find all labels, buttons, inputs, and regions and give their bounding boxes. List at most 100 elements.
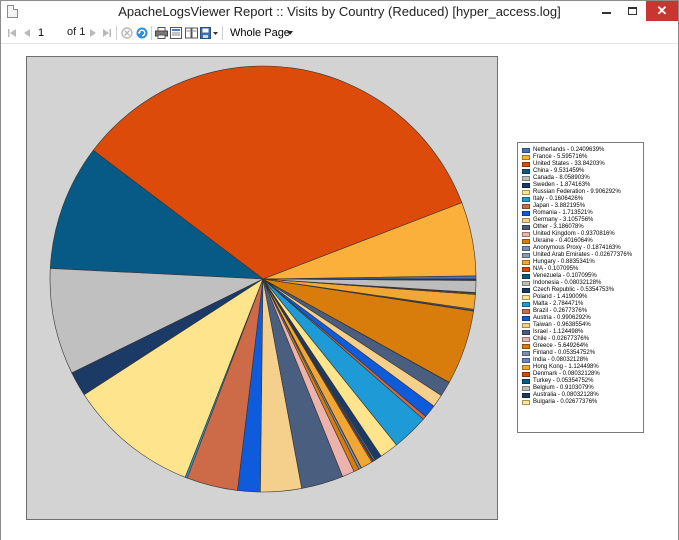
legend-swatch (522, 169, 530, 174)
legend-swatch (522, 267, 530, 272)
legend-item: Malta - 2.784471% (522, 301, 640, 308)
legend-label: Netherlands - 0.2409639% (533, 147, 605, 153)
toolbar-separator (151, 26, 152, 40)
legend-label: Austria - 0.9906292% (533, 315, 591, 321)
toolbar-separator (222, 26, 223, 40)
next-page-button[interactable] (87, 23, 99, 43)
last-page-button[interactable] (100, 23, 113, 43)
legend-label: Denmark - 0.08032128% (533, 371, 600, 377)
legend-label: Sweden - 1.874163% (533, 182, 591, 188)
minimize-icon (601, 12, 611, 14)
page-number-input[interactable] (37, 26, 59, 40)
export-button[interactable] (199, 23, 219, 43)
legend-label: Anonymous Proxy - 0.1874163% (533, 245, 621, 251)
maximize-button[interactable] (619, 1, 645, 21)
legend-item: Israel - 1.124498% (522, 329, 640, 336)
report-toolbar: of 1 Whole Page (1, 23, 678, 43)
legend-swatch (522, 358, 530, 363)
stop-button[interactable] (120, 23, 134, 43)
legend-swatch (522, 218, 530, 223)
legend-swatch (522, 274, 530, 279)
legend-label: Chile - 0.02677376% (533, 336, 590, 342)
legend-label: Hong Kong - 1.124498% (533, 364, 599, 370)
legend-swatch (522, 344, 530, 349)
legend-label: Israel - 1.124498% (533, 329, 584, 335)
legend-label: Venezuela - 0.107095% (533, 273, 597, 279)
legend-label: Romania - 1.713521% (533, 210, 593, 216)
legend-swatch (522, 183, 530, 188)
legend-item: Bulgaria - 0.02677376% (522, 399, 640, 406)
legend-swatch (522, 211, 530, 216)
legend-item: France - 5.595716% (522, 154, 640, 161)
page-setup-icon (184, 27, 198, 39)
legend-swatch (522, 260, 530, 265)
report-window: ApacheLogsViewer Report :: Visits by Cou… (0, 0, 679, 540)
window-title: ApacheLogsViewer Report :: Visits by Cou… (118, 4, 561, 19)
chart-area (26, 56, 498, 520)
legend-label: Germany - 3.105756% (533, 217, 594, 223)
page-setup-button[interactable] (184, 23, 198, 43)
legend-swatch (522, 351, 530, 356)
legend-label: Turkey - 0.05354752% (533, 378, 594, 384)
legend-swatch (522, 400, 530, 405)
legend-label: United States - 33.84203% (533, 161, 605, 167)
legend-swatch (522, 330, 530, 335)
pie-chart (49, 65, 477, 493)
first-page-button[interactable] (5, 23, 19, 43)
legend-label: N/A - 0.107095% (533, 266, 579, 272)
refresh-button[interactable] (135, 23, 149, 43)
legend-item: United States - 33.84203% (522, 161, 640, 168)
previous-page-button[interactable] (20, 23, 34, 43)
legend-label: Belgium - 0.9103079% (533, 385, 594, 391)
title-bar[interactable]: ApacheLogsViewer Report :: Visits by Cou… (1, 1, 678, 23)
legend-swatch (522, 281, 530, 286)
legend-item: Turkey - 0.05354752% (522, 378, 640, 385)
legend-label: Greece - 5.649264% (533, 343, 589, 349)
legend-item: Germany - 3.105756% (522, 217, 640, 224)
export-icon (199, 27, 218, 39)
legend-swatch (522, 246, 530, 251)
chart-legend: Netherlands - 0.2409639% France - 5.59571… (517, 142, 644, 433)
legend-label: Russian Federation - 9.906292% (533, 189, 621, 195)
legend-item: Other - 3.186078% (522, 224, 640, 231)
legend-item: Venezuela - 0.107095% (522, 273, 640, 280)
legend-item: Denmark - 0.08032128% (522, 371, 640, 378)
legend-item: Poland - 1.419009% (522, 294, 640, 301)
close-button[interactable]: ✕ (646, 1, 678, 21)
first-page-icon (8, 29, 16, 37)
zoom-dropdown[interactable]: Whole Page (227, 24, 297, 42)
legend-swatch (522, 288, 530, 293)
legend-swatch (522, 379, 530, 384)
legend-item: United Kingdom - 0.9370816% (522, 231, 640, 238)
legend-swatch (522, 162, 530, 167)
legend-item: Finland - 0.05354752% (522, 350, 640, 357)
legend-label: Poland - 1.419009% (533, 294, 588, 300)
legend-swatch (522, 302, 530, 307)
legend-label: Indonesia - 0.08032128% (533, 280, 602, 286)
legend-item: Russian Federation - 9.906292% (522, 189, 640, 196)
legend-swatch (522, 190, 530, 195)
report-viewer[interactable]: Netherlands - 0.2409639% France - 5.59571… (1, 43, 678, 540)
stop-icon (121, 27, 133, 39)
legend-label: Hungary - 0.8835341% (533, 259, 595, 265)
legend-item: Indonesia - 0.08032128% (522, 280, 640, 287)
legend-label: Japan - 3.882195% (533, 203, 586, 209)
legend-label: Canada - 8.058903% (533, 175, 590, 181)
legend-swatch (522, 176, 530, 181)
legend-item: United Arab Emirates - 0.02677376% (522, 252, 640, 259)
print-layout-button[interactable] (169, 23, 183, 43)
legend-item: Sweden - 1.874163% (522, 182, 640, 189)
minimize-button[interactable] (593, 1, 619, 21)
legend-swatch (522, 365, 530, 370)
legend-swatch (522, 225, 530, 230)
legend-swatch (522, 393, 530, 398)
legend-swatch (522, 239, 530, 244)
print-button[interactable] (154, 23, 168, 43)
print-icon (154, 27, 168, 39)
legend-item: Anonymous Proxy - 0.1874163% (522, 245, 640, 252)
legend-item: Greece - 5.649264% (522, 343, 640, 350)
legend-swatch (522, 155, 530, 160)
legend-item: Brazil - 0.2677376% (522, 308, 640, 315)
legend-swatch (522, 253, 530, 258)
legend-item: Taiwan - 0.9638554% (522, 322, 640, 329)
